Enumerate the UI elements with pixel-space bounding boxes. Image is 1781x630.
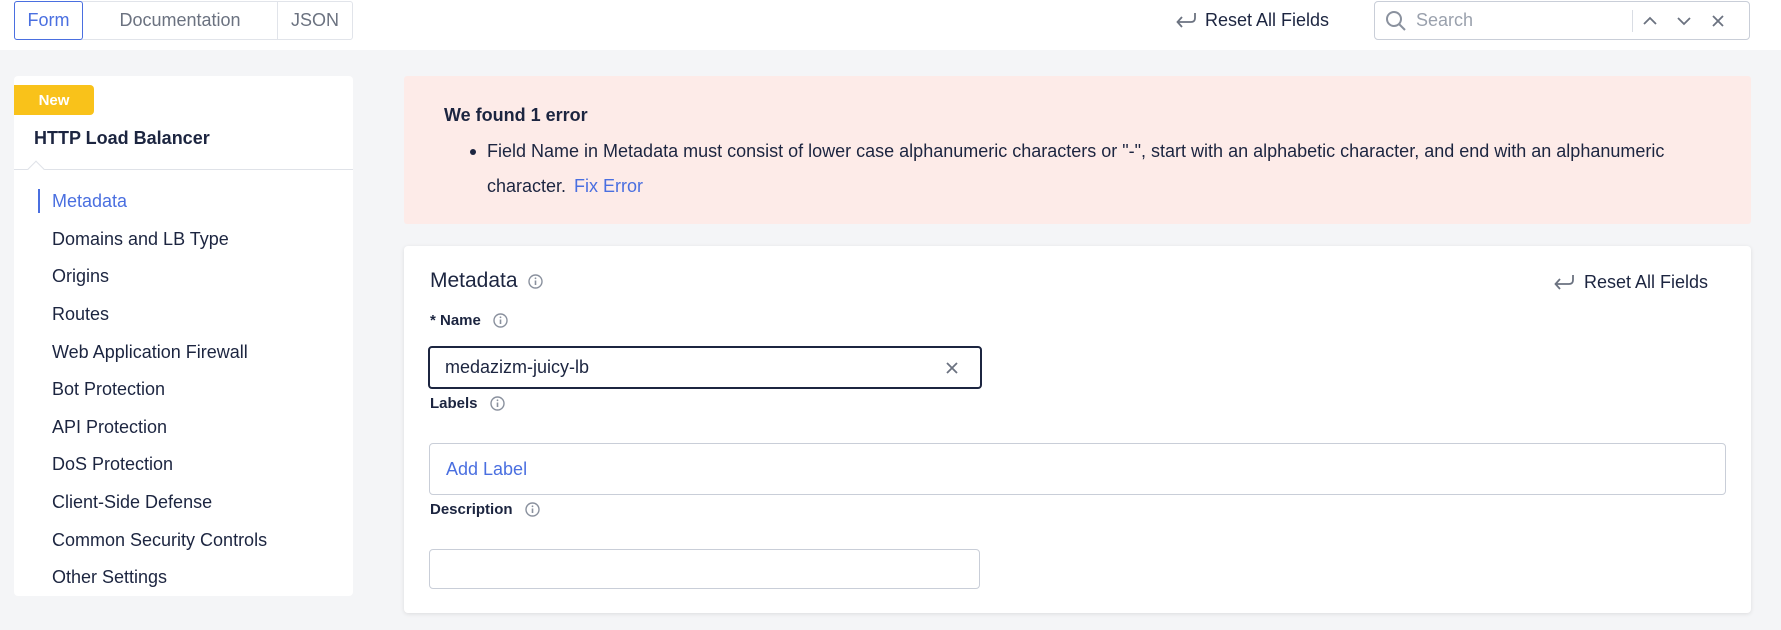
clear-icon[interactable] (945, 361, 959, 375)
new-badge: New (14, 85, 94, 115)
name-input[interactable] (445, 357, 935, 378)
info-icon[interactable] (489, 396, 505, 411)
undo-arrow-icon (1176, 13, 1196, 28)
metadata-title-text: Metadata (430, 269, 518, 292)
chevron-down-icon (1677, 16, 1691, 25)
sidebar-item-origins[interactable]: Origins (38, 258, 338, 296)
sidebar-item-bot-protection[interactable]: Bot Protection (38, 371, 338, 409)
metadata-section-title: Metadata (430, 269, 543, 293)
reset-all-fields-button[interactable]: Reset All Fields (1175, 8, 1329, 32)
search-box (1374, 1, 1750, 40)
search-prev-button[interactable] (1633, 4, 1667, 38)
error-title: We found 1 error (444, 105, 588, 125)
info-icon[interactable] (493, 313, 508, 328)
sidebar-item-metadata[interactable]: Metadata (38, 183, 338, 221)
undo-arrow-icon (1554, 275, 1574, 290)
sidebar-item-routes[interactable]: Routes (38, 296, 338, 334)
sidebar-item-client-side-defense[interactable]: Client-Side Defense (38, 484, 338, 522)
add-label-button[interactable]: Add Label (446, 459, 527, 480)
description-label-text: Description (430, 501, 513, 518)
tab-json[interactable]: JSON (278, 2, 352, 39)
metadata-reset-all-fields-button[interactable]: Reset All Fields (1553, 269, 1708, 295)
close-icon (1712, 14, 1724, 27)
error-item: Field Name in Metadata must consist of l… (470, 134, 1717, 204)
metadata-reset-label: Reset All Fields (1584, 271, 1709, 292)
description-field-label: Description (430, 501, 540, 518)
name-field (428, 346, 982, 389)
sidebar-item-dos-protection[interactable]: DoS Protection (38, 446, 338, 484)
info-icon[interactable] (524, 502, 540, 517)
tab-documentation[interactable]: Documentation (83, 2, 278, 39)
sidebar-divider (14, 169, 353, 170)
error-banner: We found 1 error Field Name in Metadata … (404, 76, 1751, 224)
search-next-button[interactable] (1667, 4, 1701, 38)
name-field-label: * Name (430, 312, 508, 329)
sidebar-item-common-security-controls[interactable]: Common Security Controls (38, 521, 338, 559)
sidebar-item-other-settings[interactable]: Other Settings (38, 559, 338, 597)
reset-all-fields-label: Reset All Fields (1205, 9, 1330, 30)
sidebar-nav: Metadata Domains and LB Type Origins Rou… (38, 183, 338, 597)
chevron-up-icon (1643, 16, 1657, 25)
fix-error-link[interactable]: Fix Error (574, 176, 643, 196)
sidebar: New HTTP Load Balancer Metadata Domains … (14, 76, 353, 596)
sidebar-item-api-protection[interactable]: API Protection (38, 409, 338, 447)
search-close-button[interactable] (1701, 4, 1735, 38)
name-label-text: * Name (430, 312, 481, 329)
sidebar-notch (27, 160, 45, 178)
search-icon (1386, 10, 1406, 31)
sidebar-item-web-application-firewall[interactable]: Web Application Firewall (38, 333, 338, 371)
tab-form[interactable]: Form (14, 1, 83, 40)
description-input[interactable] (429, 549, 980, 589)
sidebar-title: HTTP Load Balancer (34, 128, 210, 148)
metadata-card: Metadata Reset All Fields * Name Labels (404, 246, 1751, 613)
labels-field[interactable]: Add Label (429, 443, 1726, 495)
error-message: Field Name in Metadata must consist of l… (487, 141, 1665, 196)
top-bar: Form Documentation JSON Reset All Fields (0, 0, 1781, 50)
info-icon[interactable] (527, 273, 543, 289)
sidebar-item-domains-and-lb-type[interactable]: Domains and LB Type (38, 221, 338, 259)
view-tabs: Form Documentation JSON (14, 1, 353, 40)
labels-label-text: Labels (430, 395, 478, 412)
search-input[interactable] (1416, 10, 1621, 31)
labels-field-label: Labels (430, 395, 505, 412)
